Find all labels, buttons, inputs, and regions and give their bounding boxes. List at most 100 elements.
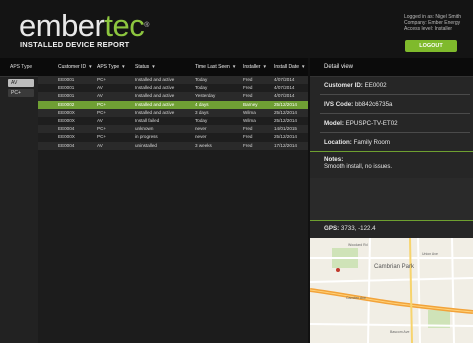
- cell-time-last-seen: never: [195, 134, 207, 140]
- cell-customer-id: EE000X: [58, 134, 75, 140]
- divider: [320, 94, 470, 95]
- location-field: Location: Family Room: [324, 139, 391, 146]
- notes-area: [310, 178, 473, 220]
- filter-header: APS Type: [0, 58, 38, 77]
- cell-installer: Fred: [243, 142, 253, 148]
- logout-button[interactable]: LOGOUT: [405, 40, 457, 52]
- cell-status: Installed and active: [135, 93, 175, 99]
- cell-customer-id: EE0001: [58, 85, 75, 91]
- col-header-customer-id[interactable]: Customer ID ▼: [58, 58, 93, 76]
- table-row[interactable]: EE0001 AV Installed and active Yesterday Fre…: [38, 92, 308, 101]
- filter-chip-pc-plus[interactable]: PC+: [8, 89, 34, 97]
- user-info: Logged in as: Nigel Smith Company: Ember…: [404, 14, 461, 33]
- brand-logo: embertec®: [19, 10, 149, 41]
- divider: [310, 220, 473, 221]
- cell-customer-id: EE0001: [58, 77, 75, 82]
- cell-customer-id: EE0004: [58, 126, 75, 132]
- cell-time-last-seen: Yesterday: [195, 93, 216, 99]
- cell-install-date: 4/07/2014: [274, 85, 295, 91]
- cell-customer-id: EE000X: [58, 109, 75, 115]
- notes-text: Smooth install, no issues.: [324, 164, 393, 170]
- divider: [320, 113, 470, 114]
- cell-install-date: 25/12/2014: [274, 118, 297, 123]
- col-header-install-date[interactable]: Install Date ▼: [274, 58, 305, 76]
- cell-install-date: 25/12/2014: [274, 134, 297, 140]
- aps-type-filter: APS Type AV PC+: [0, 58, 38, 343]
- location-map[interactable]: Cambrian Park Woodard Rd Camden Ave Unio…: [310, 238, 473, 343]
- cell-customer-id: EE0002: [58, 101, 75, 107]
- cell-time-last-seen: never: [195, 126, 207, 132]
- map-label-cambrian-park: Cambrian Park: [374, 264, 415, 270]
- sort-arrow-icon: ▼: [231, 64, 237, 69]
- cell-aps-type: AV: [97, 85, 103, 91]
- col-header-time-last-seen[interactable]: Time Last Seen ▼: [195, 58, 236, 76]
- model-field: Model: EPUSPC-TV-ET02: [324, 120, 398, 127]
- cell-install-date: 4/07/2014: [274, 93, 295, 99]
- brand-trademark: ®: [144, 22, 149, 29]
- table-row[interactable]: EE000X AV Install failed Today Wilma 25/12/20…: [38, 117, 308, 126]
- table-row[interactable]: EE0001 AV Installed and active Today Fred 4/0…: [38, 84, 308, 93]
- col-header-status[interactable]: Status ▼: [135, 58, 156, 76]
- cell-installer: Barney: [243, 101, 258, 107]
- sort-arrow-icon: ▼: [88, 64, 93, 69]
- cell-aps-type: AV: [97, 93, 103, 99]
- cell-installer: Fred: [243, 85, 253, 91]
- table-row[interactable]: EE000X PC+ in progress never Fred 25/12/2014: [38, 133, 308, 142]
- cell-installer: Wilma: [243, 118, 256, 123]
- device-table: Customer ID ▼ APS Type ▼ Status ▼ Time Last…: [38, 58, 308, 343]
- map-label-bascom: Bascom Ave: [390, 330, 410, 334]
- sort-arrow-icon: ▼: [121, 64, 126, 69]
- cell-time-last-seen: 4 days: [195, 101, 209, 107]
- cell-install-date: 25/12/2014: [274, 101, 297, 107]
- cell-installer: Fred: [243, 134, 253, 140]
- cell-time-last-seen: Today: [195, 77, 208, 82]
- cell-status: Installed and active: [135, 101, 175, 107]
- notes-label: Notes:: [324, 156, 344, 163]
- cell-time-last-seen: 3 days: [195, 109, 209, 115]
- map-label-woodard: Woodard Rd: [348, 243, 368, 247]
- filter-chip-av[interactable]: AV: [8, 79, 34, 87]
- map-label-union: Union Ave: [422, 252, 438, 256]
- cell-customer-id: EE000X: [58, 118, 75, 123]
- brand-part-tec: tec: [104, 8, 145, 43]
- user-access-level: Access level: Installer: [404, 26, 453, 33]
- table-row[interactable]: EE000X PC+ Installed and active 3 days Wilma…: [38, 108, 308, 117]
- cell-status: Installed and active: [135, 85, 175, 91]
- cell-install-date: 25/12/2014: [274, 109, 297, 115]
- col-header-installer[interactable]: Installer ▼: [243, 58, 267, 76]
- divider: [320, 132, 470, 133]
- app-header: embertec® INSTALLED DEVICE REPORT Logged…: [0, 0, 473, 58]
- cell-time-last-seen: Today: [195, 85, 208, 91]
- cell-installer: Fred: [243, 77, 253, 82]
- table-row[interactable]: EE0004 PC+ unknown never Fred 14/01/2015: [38, 125, 308, 134]
- page-title: INSTALLED DEVICE REPORT: [20, 40, 130, 49]
- cell-status: Install failed: [135, 118, 160, 123]
- col-header-aps-type[interactable]: APS Type ▼: [97, 58, 126, 76]
- map-graphic: [310, 238, 473, 343]
- brand-part-ember: ember: [19, 8, 105, 43]
- sort-arrow-icon: ▼: [262, 64, 267, 69]
- cell-install-date: 17/12/2014: [274, 142, 297, 148]
- cell-time-last-seen: Today: [195, 118, 208, 123]
- cell-install-date: 4/07/2014: [274, 77, 295, 82]
- table-row[interactable]: EE0001 PC+ Installed and active Today Fred 4/…: [38, 76, 308, 85]
- cell-status: in progress: [135, 134, 158, 140]
- cell-aps-type: PC+: [97, 126, 107, 132]
- cell-time-last-seen: 3 weeks: [195, 142, 212, 148]
- cell-status: Installed and active: [135, 109, 175, 115]
- cell-aps-type: AV: [97, 142, 103, 148]
- cell-aps-type: PC+: [97, 109, 107, 115]
- cell-status: Installed and active: [135, 77, 175, 82]
- detail-panel: Detail view Customer ID: EE0002 IVS Code…: [308, 58, 473, 343]
- table-row[interactable]: EE0004 AV uninstalled 3 weeks Fred 17/12/2014: [38, 141, 308, 150]
- cell-install-date: 14/01/2015: [274, 126, 297, 132]
- gps-field: GPS: 3733, -122.4: [324, 225, 376, 232]
- cell-aps-type: PC+: [97, 77, 107, 82]
- customer-id-field: Customer ID: EE0002: [324, 82, 387, 89]
- detail-title: Detail view: [310, 58, 473, 77]
- table-row[interactable]: EE0002 PC+ Installed and active 4 days Barne…: [38, 100, 308, 109]
- sort-arrow-icon: ▼: [301, 64, 306, 69]
- cell-installer: Fred: [243, 126, 253, 132]
- cell-aps-type: AV: [97, 118, 103, 123]
- table-header: Customer ID ▼ APS Type ▼ Status ▼ Time Last…: [38, 58, 308, 77]
